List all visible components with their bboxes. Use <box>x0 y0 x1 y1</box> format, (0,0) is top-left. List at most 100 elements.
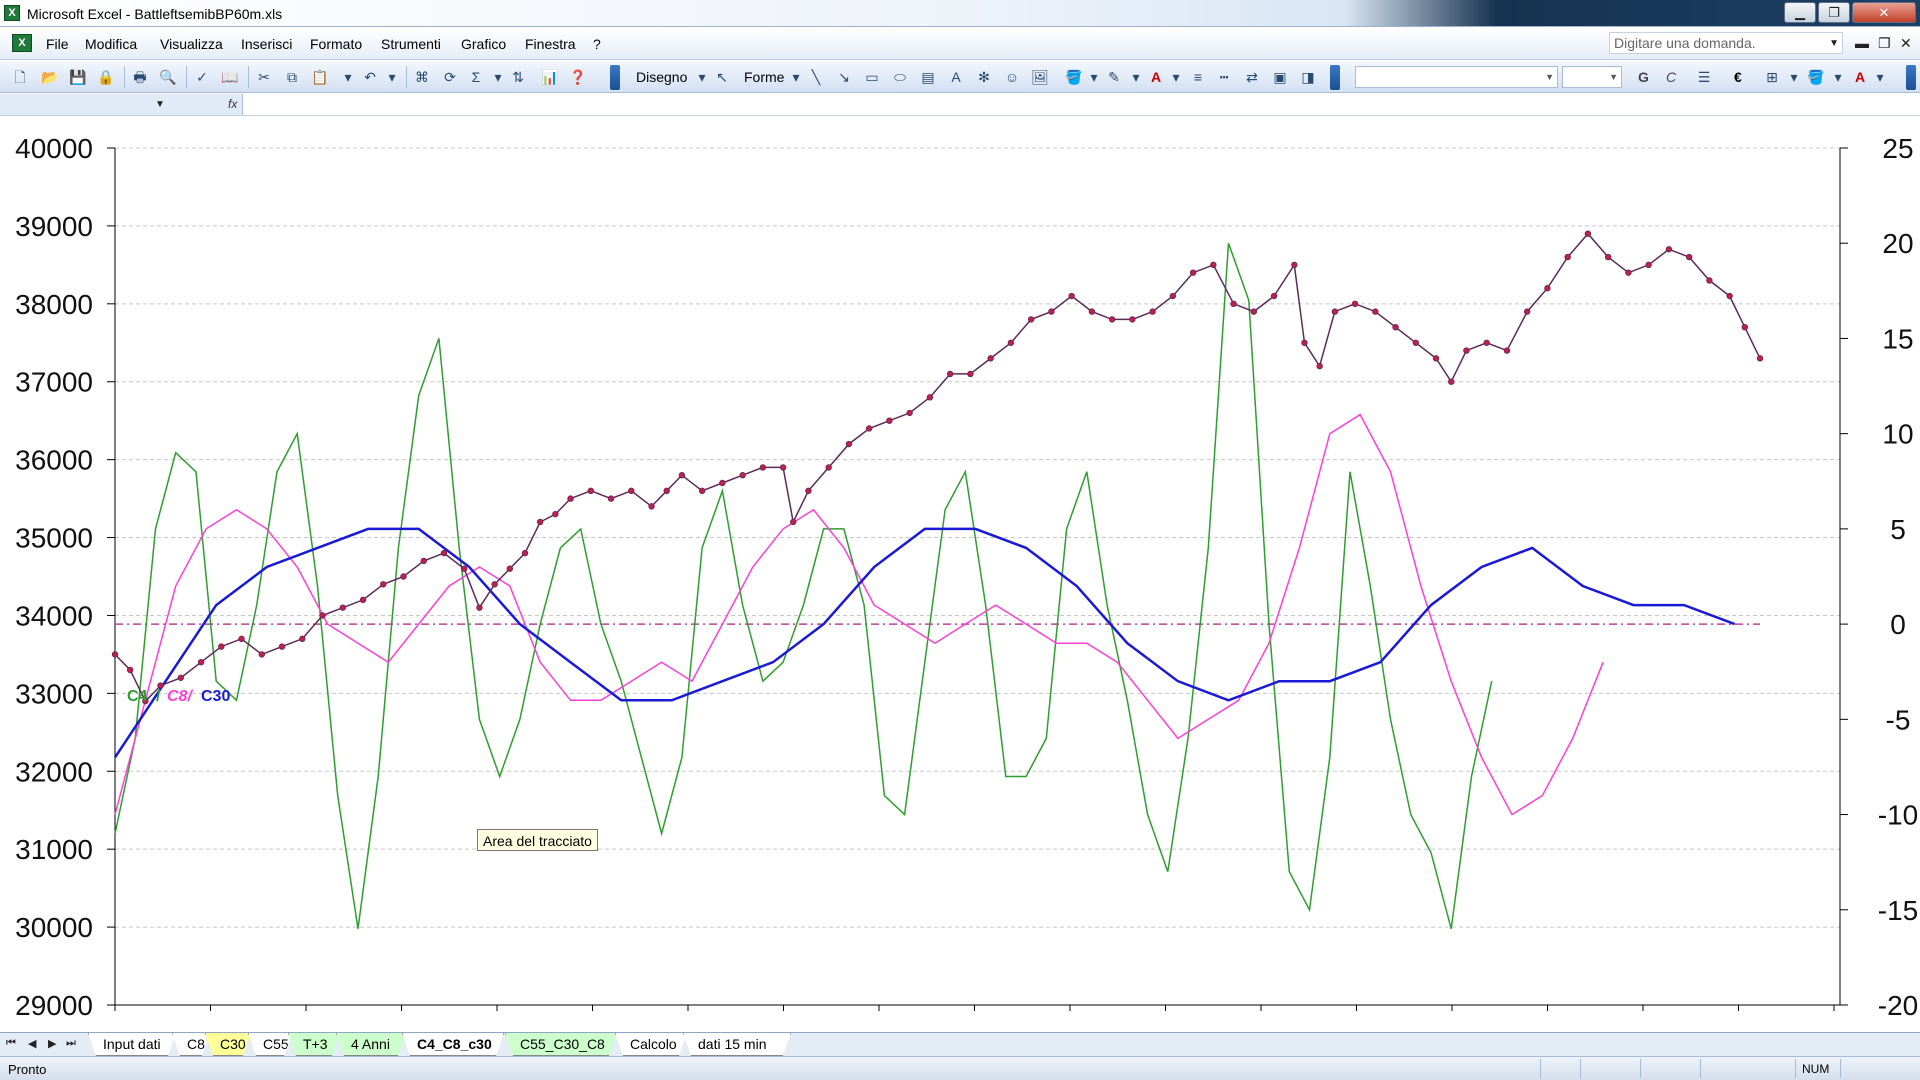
chart-area[interactable]: 40000 39000 38000 37000 36000 35000 34000 33000… <box>0 117 1920 1032</box>
minimize-button[interactable]: ▁ <box>1784 2 1816 23</box>
chevron-down-icon[interactable]: ▾ <box>1784 68 1804 86</box>
line-color-icon[interactable]: ✎ <box>1104 68 1124 86</box>
menu-inserisci[interactable]: Inserisci <box>241 36 292 52</box>
diagram-icon[interactable]: ✻ <box>974 68 994 86</box>
menu-file[interactable]: File <box>46 36 69 52</box>
font-size-combo[interactable]: ▼ <box>1562 66 1622 88</box>
sheet-tab[interactable]: C4_C8_c30 <box>402 1033 504 1056</box>
cut-icon[interactable]: ✂ <box>254 68 274 86</box>
toolbar-options-grip[interactable] <box>1906 65 1916 90</box>
menu-finestra[interactable]: Finestra <box>525 36 576 52</box>
menu-visualizza[interactable]: Visualizza <box>160 36 223 52</box>
oval-icon[interactable]: ⬭ <box>890 68 910 86</box>
borders-icon[interactable]: ⊞ <box>1762 68 1782 86</box>
print-preview-icon[interactable]: 🔍 <box>158 68 178 86</box>
sheet-tab[interactable]: C8 <box>172 1033 210 1056</box>
dash-style-icon[interactable]: ┅ <box>1214 68 1234 86</box>
price-point <box>1301 339 1308 346</box>
sheet-tab[interactable]: 4 Anni <box>336 1033 406 1056</box>
next-sheet-icon[interactable]: ▶ <box>48 1037 56 1050</box>
arrow-icon[interactable]: ↘ <box>834 68 854 86</box>
refresh-icon[interactable]: ⟳ <box>440 68 460 86</box>
font-name-combo[interactable]: ▼ <box>1355 66 1558 88</box>
picture-icon[interactable]: 🖼 <box>1030 68 1050 86</box>
rectangle-icon[interactable]: ▭ <box>862 68 882 86</box>
sort-icon[interactable]: ⇅ <box>508 68 528 86</box>
chevron-down-icon[interactable]: ▾ <box>488 68 508 86</box>
autosum-icon[interactable]: Σ <box>466 68 486 86</box>
chart[interactable]: 40000 39000 38000 37000 36000 35000 34000 33000… <box>0 117 1920 1032</box>
doc-minimize-button[interactable]: ▬ <box>1855 35 1869 51</box>
fx-icon[interactable]: fx <box>228 97 237 111</box>
last-sheet-icon[interactable]: ⏭ <box>66 1037 76 1050</box>
menu-strumenti[interactable]: Strumenti <box>381 36 441 52</box>
sheet-tab[interactable]: Calcolo <box>615 1033 687 1056</box>
clipart-icon[interactable]: ☺ <box>1002 68 1022 86</box>
doc-close-button[interactable]: ✕ <box>1900 35 1912 52</box>
chevron-down-icon[interactable]: ▾ <box>1126 68 1146 86</box>
menu-formato[interactable]: Formato <box>310 36 362 52</box>
hyperlink-icon[interactable]: ⌘ <box>412 68 432 86</box>
chevron-down-icon[interactable]: ▾ <box>338 68 358 86</box>
line-icon[interactable]: ╲ <box>806 68 826 86</box>
close-button[interactable]: ✕ <box>1852 2 1916 23</box>
sheet-tab[interactable]: Input dati <box>88 1033 176 1056</box>
currency-button[interactable]: € <box>1734 69 1742 85</box>
sheet-tab[interactable]: C55_C30_C8 <box>505 1033 617 1056</box>
bold-button[interactable]: G <box>1638 69 1649 85</box>
chevron-down-icon[interactable]: ▾ <box>1828 68 1848 86</box>
sheet-tab[interactable]: T+3 <box>288 1033 340 1056</box>
italic-button[interactable]: C <box>1666 69 1676 85</box>
select-pointer-icon[interactable]: ↖ <box>712 68 732 86</box>
undo-icon[interactable]: ↶ <box>360 68 380 86</box>
arrow-style-icon[interactable]: ⇄ <box>1242 68 1262 86</box>
line-style-icon[interactable]: ≡ <box>1188 68 1208 86</box>
workbook-icon[interactable]: X <box>12 34 32 52</box>
doc-restore-button[interactable]: ❐ <box>1878 35 1891 52</box>
help-question-input[interactable]: Digitare una domanda. ▼ <box>1609 32 1843 54</box>
open-icon[interactable]: 📂 <box>40 68 60 86</box>
name-box[interactable]: ▼ fx <box>0 94 243 115</box>
shadow-icon[interactable]: ▣ <box>1270 68 1290 86</box>
new-icon[interactable]: 🗋 <box>10 68 30 86</box>
fill-color-icon[interactable]: 🪣 <box>1064 68 1084 86</box>
permission-icon[interactable]: 🔒 <box>96 68 116 86</box>
print-icon[interactable]: 🖶 <box>130 68 150 86</box>
help-icon[interactable]: ❓ <box>568 68 588 86</box>
copy-icon[interactable]: ⧉ <box>282 68 302 86</box>
save-icon[interactable]: 💾 <box>68 68 88 86</box>
toolbar-options-grip[interactable] <box>610 65 620 90</box>
chevron-down-icon[interactable]: ▾ <box>1084 68 1104 86</box>
formula-bar: ▼ fx <box>0 94 1920 116</box>
sheet-tab[interactable]: C55 <box>248 1033 292 1056</box>
spelling-icon[interactable]: ✓ <box>192 68 212 86</box>
maximize-button[interactable]: ❐ <box>1818 2 1850 23</box>
paste-icon[interactable]: 📋 <box>310 68 330 86</box>
font-color-icon[interactable]: A <box>1146 68 1166 86</box>
toolbar: 🗋 📂 💾 🔒 🖶 🔍 ✓ 📖 ✂ ⧉ 📋 ▾ ↶ ▾ ⌘ ⟳ Σ ▾ ⇅ 📊 … <box>0 61 1920 93</box>
align-icon[interactable]: ☰ <box>1694 68 1714 86</box>
chevron-down-icon[interactable]: ▼ <box>155 99 165 110</box>
research-icon[interactable]: 📖 <box>220 68 240 86</box>
menu-help[interactable]: ? <box>593 36 601 52</box>
chevron-down-icon[interactable]: ▼ <box>1829 38 1839 49</box>
sheet-tab[interactable]: C30 <box>205 1033 251 1056</box>
chevron-down-icon[interactable]: ▾ <box>382 68 402 86</box>
toolbar-options-grip[interactable] <box>1330 65 1340 90</box>
menu-grafico[interactable]: Grafico <box>461 36 506 52</box>
fill-color-icon[interactable]: 🪣 <box>1806 68 1826 86</box>
wordart-icon[interactable]: A <box>946 68 966 86</box>
shapes-menu[interactable]: Forme <box>744 69 784 85</box>
first-sheet-icon[interactable]: ⏮ <box>6 1037 16 1050</box>
chevron-down-icon[interactable]: ▾ <box>1166 68 1186 86</box>
drawing-menu[interactable]: Disegno <box>636 69 687 85</box>
font-color-icon[interactable]: A <box>1850 68 1870 86</box>
menu-modifica[interactable]: Modifica <box>85 36 137 52</box>
3d-style-icon[interactable]: ◨ <box>1298 68 1318 86</box>
textbox-icon[interactable]: ▤ <box>918 68 938 86</box>
chevron-down-icon[interactable]: ▾ <box>1870 68 1890 86</box>
chart-wizard-icon[interactable]: 📊 <box>540 68 560 86</box>
sheet-tab[interactable]: dati 15 min <box>683 1033 791 1056</box>
legend-c4: C4 <box>127 688 148 705</box>
prev-sheet-icon[interactable]: ◀ <box>28 1037 36 1050</box>
